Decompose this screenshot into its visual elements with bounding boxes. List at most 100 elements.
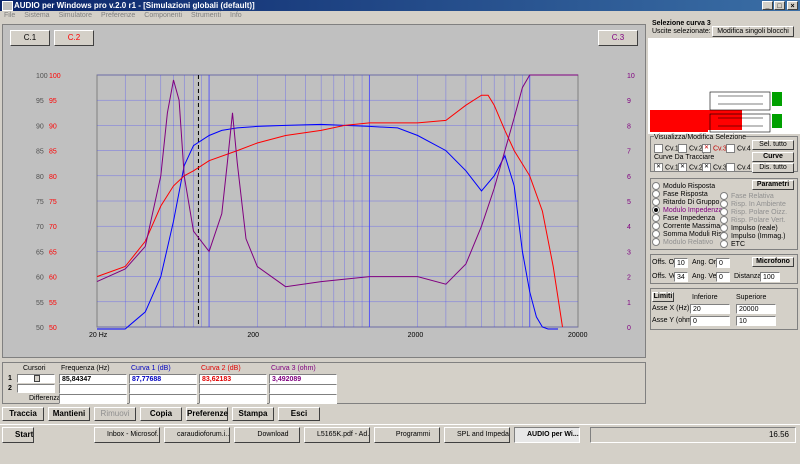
y-tick-right-label: 5 (627, 199, 631, 206)
freq2-field (59, 384, 127, 394)
y-tick-left-red-label: 100 (49, 73, 61, 80)
y-tick-left-red-label: 95 (49, 98, 57, 105)
c3-value1-field: 3,492089 (269, 374, 337, 384)
c3-diff-field (269, 394, 337, 404)
y-tick-right-label: 0 (627, 325, 631, 332)
c1-value2-field (129, 384, 197, 394)
right-panel: Selezione curva 3 Uscite selezionate: 1 … (648, 18, 800, 430)
task-programmi[interactable]: Programmi (374, 427, 440, 443)
superiore-label: Superiore (736, 294, 767, 301)
close-button[interactable]: × (787, 1, 798, 10)
dis-tutto-button[interactable]: Dis. tutto (752, 163, 794, 173)
maximize-button[interactable]: □ (774, 1, 785, 10)
frequency-response-chart[interactable]: 1009590858075706560555010095908580757065… (0, 0, 648, 360)
inferiore-label: Inferiore (692, 294, 718, 301)
asse-y-label: Asse Y (ohm) (652, 317, 695, 324)
microfono-button[interactable]: Microfono (752, 257, 794, 267)
visualizza-title: Visualizza/Modifica Selezione (654, 134, 747, 142)
task-audio[interactable]: AUDIO per Wi... (514, 427, 580, 443)
y-tick-left-label: 60 (36, 275, 44, 282)
col-c2-header: Curva 2 (dB) (201, 365, 241, 372)
y-tick-right-label: 1 (627, 300, 631, 307)
col-freq-header: Frequenza (Hz) (61, 365, 110, 372)
clock: 16.56 (768, 430, 789, 439)
distanza-label: Distanza (734, 273, 762, 280)
vis-cv2[interactable]: Cv.2 (678, 144, 703, 153)
y-tick-left-red-label: 85 (49, 149, 57, 156)
y-tick-left-label: 70 (36, 224, 44, 231)
modifica-blocchi-button[interactable]: Modifica singoli blocchi (712, 26, 794, 37)
y-sup-select[interactable]: 10 (736, 316, 776, 326)
y-tick-left-red-label: 75 (49, 199, 57, 206)
bottom-toolbar: Traccia Mantieni Rimuovi Copia Preferenz… (0, 406, 648, 422)
vis-cv3[interactable]: ✕ Cv.3 (702, 144, 727, 153)
vis-cv4[interactable]: Cv.4 (726, 144, 751, 153)
minimize-button[interactable]: _ (762, 1, 773, 10)
c2-value2-field (199, 384, 267, 394)
start-button[interactable]: Start (2, 427, 34, 443)
rimuovi-button[interactable]: Rimuovi (94, 407, 136, 421)
param-etc[interactable]: ETC (720, 240, 745, 249)
x-tick-label: 20 Hz (89, 332, 108, 339)
traccia-button[interactable]: Traccia (2, 407, 44, 421)
parametri-button[interactable]: Parametri (752, 180, 794, 190)
x-inf-select[interactable]: 20 (690, 304, 730, 314)
param-modulo-relativo[interactable]: Modulo Relativo (652, 238, 713, 247)
y-tick-left-label: 85 (36, 149, 44, 156)
distanza-field[interactable]: 100 (760, 272, 780, 282)
task-inbox[interactable]: Inbox - Microsof... (94, 427, 160, 443)
task-download[interactable]: Download (234, 427, 300, 443)
y-tick-left-label: 50 (36, 325, 44, 332)
curve-button[interactable]: Curve (752, 152, 794, 162)
y-tick-left-red-label: 65 (49, 249, 57, 256)
copia-button[interactable]: Copia (140, 407, 182, 421)
cursor2-slider[interactable] (17, 384, 55, 393)
curve-cv3[interactable]: ✕ Cv.3 (702, 163, 727, 172)
vis-cv1[interactable]: Cv.1 (654, 144, 679, 153)
y-tick-left-label: 80 (36, 174, 44, 181)
y-tick-left-red-label: 90 (49, 123, 57, 130)
cursor1-slider[interactable] (17, 374, 55, 383)
limiti-button[interactable]: Limiti (652, 292, 674, 302)
y-tick-left-red-label: 60 (49, 275, 57, 282)
cursor-panel: Cursori 1 2 Differenza Frequenza (Hz) Cu… (2, 362, 646, 404)
offs-or-field[interactable]: 10 (674, 258, 688, 268)
y-tick-left-label: 90 (36, 123, 44, 130)
diff-label: Differenza (29, 395, 61, 402)
circuit-schematic[interactable] (648, 38, 800, 134)
y-tick-right-label: 4 (627, 224, 631, 231)
stampa-button[interactable]: Stampa (232, 407, 274, 421)
curve-cv4[interactable]: Cv.4 (726, 163, 751, 172)
col-c3-header: Curva 3 (ohm) (271, 365, 316, 372)
task-caraudioforum[interactable]: caraudioforum.i... (164, 427, 230, 443)
ang-or-label: Ang. Or. (692, 259, 718, 266)
offs-ve-field[interactable]: 34 (674, 272, 688, 282)
asse-x-label: Asse X (Hz) (652, 305, 690, 312)
curve-cv1[interactable]: ✕ Cv.1 (654, 163, 679, 172)
ang-ve-field[interactable]: 0 (716, 272, 730, 282)
sel-tutto-button[interactable]: Sel. tutto (752, 140, 794, 150)
mantieni-button[interactable]: Mantieni (48, 407, 90, 421)
task-spl[interactable]: SPL and Impeda... (444, 427, 510, 443)
c3-value2-field (269, 384, 337, 394)
cursor-row2-label: 2 (8, 385, 12, 392)
ang-or-field[interactable]: 0 (716, 258, 730, 268)
y-tick-right-label: 7 (627, 149, 631, 156)
y-tick-right-label: 10 (627, 73, 635, 80)
ang-ve-label: Ang. Ve. (692, 273, 719, 280)
y-tick-left-red-label: 70 (49, 224, 57, 231)
y-inf-select[interactable]: 0 (690, 316, 730, 326)
esci-button[interactable]: Esci (278, 407, 320, 421)
col-c1-header: Curva 1 (dB) (131, 365, 171, 372)
y-tick-left-label: 75 (36, 199, 44, 206)
preferenze-button[interactable]: Preferenze (186, 407, 228, 421)
y-tick-left-label: 100 (36, 73, 48, 80)
freq1-field: 85,84347 (59, 374, 127, 384)
y-tick-right-label: 2 (627, 275, 631, 282)
curve-cv2[interactable]: ✕ Cv.2 (678, 163, 703, 172)
task-pdf[interactable]: L5165K.pdf - Ad... (304, 427, 370, 443)
selection-title: Selezione curva 3 (652, 20, 711, 27)
y-tick-left-red-label: 55 (49, 300, 57, 307)
x-sup-select[interactable]: 20000 (736, 304, 776, 314)
x-tick-label: 2000 (408, 332, 424, 339)
